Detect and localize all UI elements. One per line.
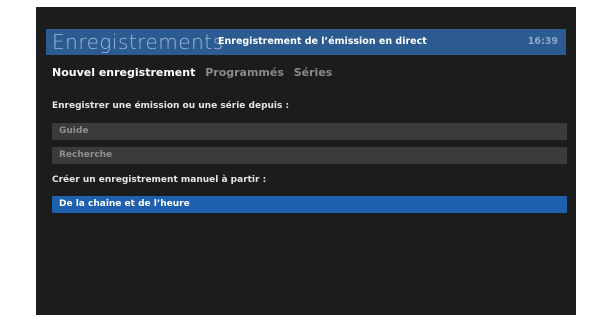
menu-item-search[interactable]: Recherche (52, 147, 567, 164)
clock: 16:39 (527, 36, 558, 47)
tab-bar: Nouvel enregistrement Programmés Séries (52, 66, 338, 79)
tab-series[interactable]: Séries (294, 66, 333, 79)
header-bar: Enregistrements Enregistrement de l’émis… (46, 29, 566, 55)
menu-item-guide[interactable]: Guide (52, 123, 567, 140)
tab-scheduled[interactable]: Programmés (205, 66, 284, 79)
tv-screen: Enregistrements Enregistrement de l’émis… (36, 7, 576, 315)
page-title: Enregistrements (52, 30, 224, 54)
section-label-manual: Créer un enregistrement manuel à partir … (52, 175, 267, 185)
tab-new-recording[interactable]: Nouvel enregistrement (52, 66, 195, 79)
header-subtitle: Enregistrement de l’émission en direct (218, 36, 427, 47)
menu-item-channel-and-time[interactable]: De la chaîne et de l’heure (52, 196, 567, 213)
section-label-from: Enregistrer une émission ou une série de… (52, 101, 290, 111)
